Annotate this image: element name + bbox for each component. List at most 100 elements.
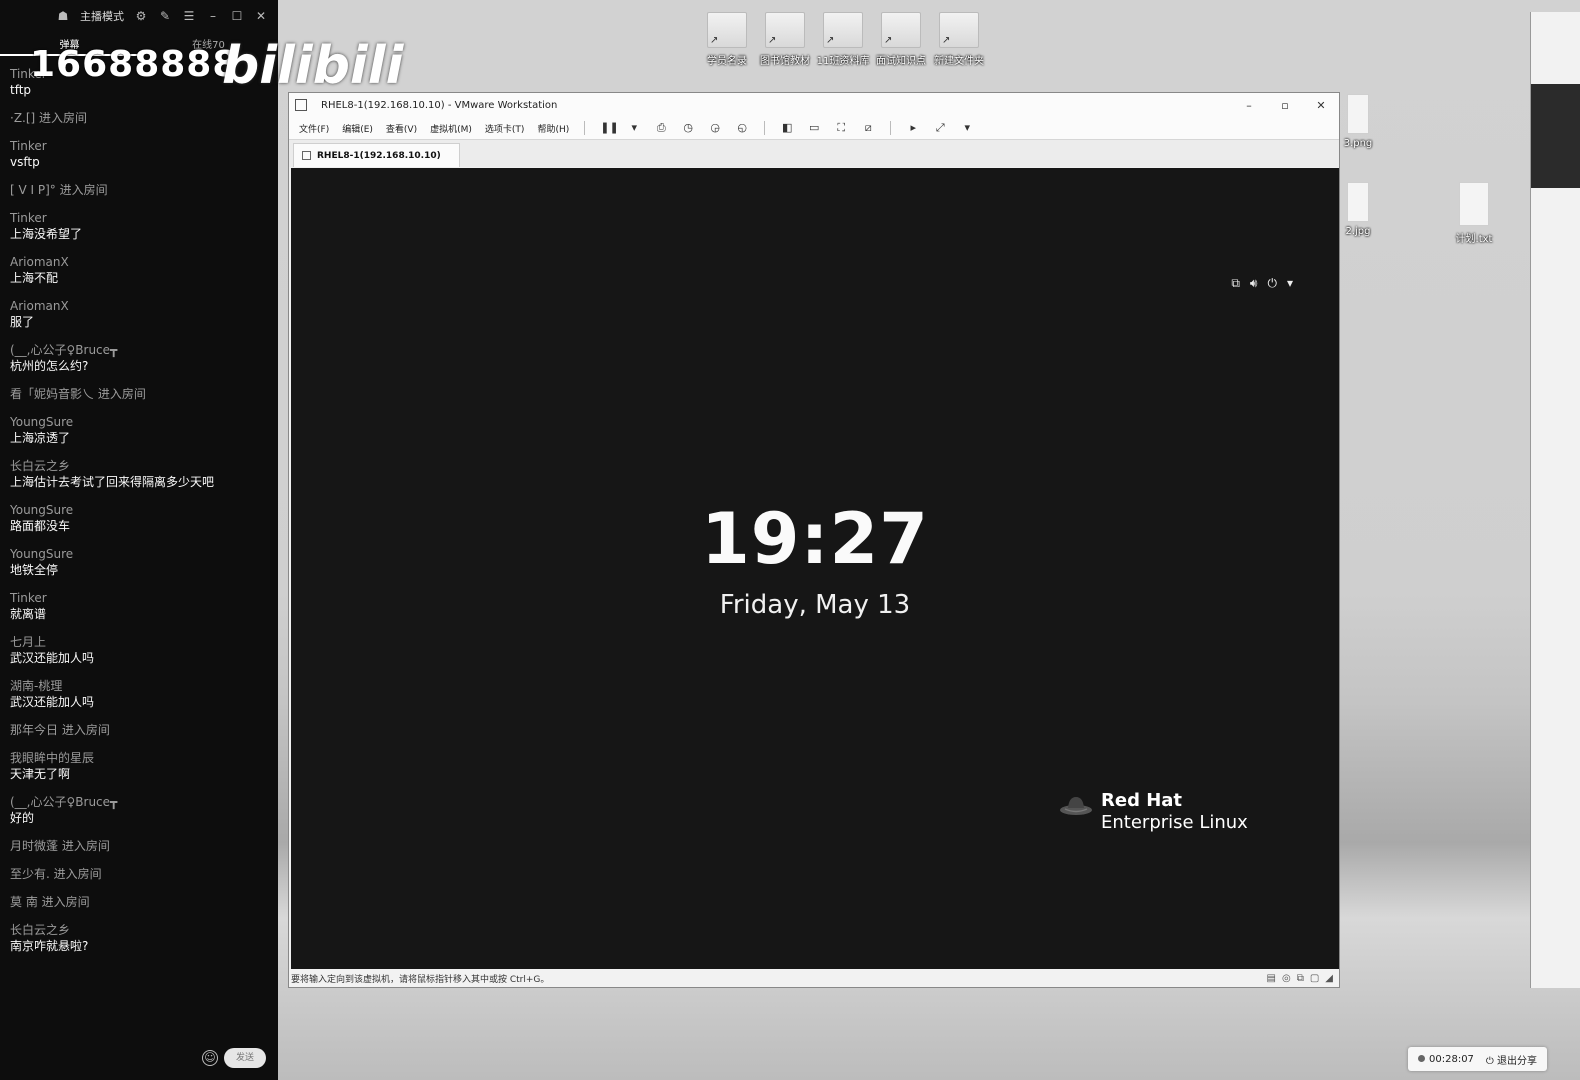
gnome-status-area[interactable]: ⧉ 🔊︎ ⏻ ▾ — [1231, 276, 1293, 291]
snapshot-manager-icon[interactable]: ◵ — [735, 121, 749, 135]
close-icon[interactable]: ✕ — [254, 9, 268, 23]
mode-label: 主播模式 — [80, 10, 124, 23]
chat-username[interactable]: (__,心公子♀Bruce┳ — [10, 342, 270, 358]
fullscreen-icon[interactable]: ⛶ — [834, 121, 848, 135]
thumbnail-icon[interactable]: ▭ — [807, 121, 821, 135]
image-file-icon — [1347, 94, 1369, 134]
folder-icon — [707, 12, 747, 48]
tab-online[interactable]: 在线70 — [139, 36, 278, 56]
vm-icon — [302, 151, 311, 160]
chat-text: 天津无了啊 — [10, 767, 71, 781]
chat-tabs: 弹幕 在线70 — [0, 36, 278, 56]
chat-username[interactable]: AriomanX — [10, 254, 270, 270]
brand-line-2: Enterprise Linux — [1101, 812, 1248, 833]
stretch-icon[interactable]: ⤢ — [933, 121, 947, 135]
chat-username[interactable]: (__,心公子♀Bruce┳ — [10, 794, 270, 810]
console-icon[interactable]: ▸ — [906, 121, 920, 135]
chat-text: 莫 南 进入房间 — [10, 895, 90, 909]
status-message: 要将输入定向到该虚拟机，请将鼠标指针移入其中或按 Ctrl+G。 — [291, 974, 550, 985]
redhat-logo: Red Hat Enterprise Linux — [1059, 790, 1248, 834]
chat-username[interactable]: AriomanX — [10, 298, 270, 314]
cdrom-icon[interactable]: ◎ — [1282, 973, 1291, 984]
maximize-button[interactable]: ▫ — [1267, 99, 1303, 112]
chevron-down-icon: ▾ — [1286, 276, 1293, 290]
display-icon[interactable]: ▢ — [1310, 973, 1319, 984]
chat-username[interactable]: YoungSure — [10, 414, 270, 430]
window-title: RHEL8-1(192.168.10.10) - VMware Workstat… — [321, 99, 558, 111]
vm-tab-label: RHEL8-1(192.168.10.10) — [317, 150, 441, 161]
room-entry-notice: [ V I P]° 进入房间 — [10, 182, 270, 198]
desktop-shortcut[interactable]: 新建文件夹 — [930, 12, 988, 67]
menu-icon[interactable]: ☰ — [182, 9, 196, 23]
room-entry-notice: 莫 南 进入房间 — [10, 894, 270, 910]
chat-text: 上海凉透了 — [10, 431, 71, 445]
chat-text: 上海没希望了 — [10, 227, 83, 241]
chat-username[interactable]: Tinker — [10, 138, 270, 154]
maximize-icon[interactable]: ☐ — [230, 9, 244, 23]
chat-message: 长白云之乡 上海估计去考试了回来得隔离多少天吧 — [10, 458, 270, 490]
chat-username[interactable]: 长白云之乡 — [10, 458, 270, 474]
menu-help[interactable]: 帮助(H) — [537, 122, 569, 135]
revert-snapshot-icon[interactable]: ◶ — [708, 121, 722, 135]
hdd-icon[interactable]: ▤ — [1267, 973, 1276, 984]
menu-file[interactable]: 文件(F) — [299, 122, 329, 135]
vmware-app-icon — [295, 99, 307, 111]
chat-username[interactable]: 七月上 — [10, 634, 270, 650]
desktop-shortcut[interactable]: 学员名录 — [698, 12, 756, 67]
volume-icon: 🔊︎ — [1249, 276, 1258, 290]
chat-username[interactable]: 我眼眸中的星辰 — [10, 750, 270, 766]
send-keys-icon[interactable]: ⎙ — [654, 121, 668, 135]
chat-username[interactable]: YoungSure — [10, 546, 270, 562]
chat-message: 七月上 武汉还能加人吗 — [10, 634, 270, 666]
desktop-shortcut[interactable]: 11班资料库 — [814, 12, 872, 67]
minimize-icon[interactable]: – — [206, 9, 220, 23]
brand-line-1: Red Hat — [1101, 790, 1183, 811]
dropdown-icon[interactable]: ▾ — [960, 121, 974, 135]
minimize-button[interactable]: – — [1231, 99, 1267, 112]
room-entry-notice: ·Z.[] 进入房间 — [10, 110, 270, 126]
desktop-shortcut[interactable]: 图书馆教材 — [756, 12, 814, 67]
chat-input-bar: ☺ 发送 — [202, 1048, 266, 1068]
settings-icon[interactable]: ⚙ — [134, 9, 148, 23]
desktop-shortcut[interactable]: 面试知识点 — [872, 12, 930, 67]
chat-message: YoungSure 路面都没车 — [10, 502, 270, 534]
edit-icon[interactable]: ✎ — [158, 9, 172, 23]
exit-share-button[interactable]: ⏻ 退出分享 — [1486, 1052, 1537, 1067]
menu-edit[interactable]: 编辑(E) — [342, 122, 373, 135]
dropdown-icon[interactable]: ▾ — [627, 121, 641, 135]
chat-username[interactable]: 长白云之乡 — [10, 922, 270, 938]
chat-message: YoungSure 上海凉透了 — [10, 414, 270, 446]
menu-vm[interactable]: 虚拟机(M) — [430, 122, 472, 135]
close-button[interactable]: ✕ — [1303, 99, 1339, 112]
emoji-icon[interactable]: ☺ — [202, 1050, 218, 1066]
chat-text: 服了 — [10, 315, 35, 329]
snapshot-icon[interactable]: ◷ — [681, 121, 695, 135]
chat-username[interactable]: YoungSure — [10, 502, 270, 518]
tab-danmaku[interactable]: 弹幕 — [0, 36, 139, 56]
guest-screen[interactable]: ⧉ 🔊︎ ⏻ ▾ 19:27 Friday, May 13 Red Hat En… — [291, 168, 1339, 970]
vmware-window: RHEL8-1(192.168.10.10) - VMware Workstat… — [288, 92, 1340, 988]
desktop-file[interactable]: 计划.txt — [1444, 182, 1504, 245]
chat-text: 武汉还能加人吗 — [10, 695, 95, 709]
screen-share-bar: 00:28:07 ⏻ 退出分享 — [1408, 1047, 1548, 1071]
menu-tabs[interactable]: 选项卡(T) — [485, 122, 525, 135]
chat-username[interactable]: 湖南-桃理 — [10, 678, 270, 694]
pause-icon[interactable]: ❚❚ — [600, 121, 618, 135]
network-adapter-icon[interactable]: ⧉ — [1297, 973, 1304, 984]
vm-tab[interactable]: RHEL8-1(192.168.10.10) — [293, 143, 460, 167]
resize-grip-icon[interactable]: ◢ — [1325, 973, 1333, 984]
library-icon[interactable]: ◧ — [780, 121, 794, 135]
chat-message: YoungSure 地铁全停 — [10, 546, 270, 578]
device-icons: ▤ ◎ ⧉ ▢ ◢ — [1267, 973, 1339, 984]
unity-icon[interactable]: ⧄ — [861, 121, 875, 135]
chat-text: 那年今日 进入房间 — [10, 723, 110, 737]
menu-view[interactable]: 查看(V) — [386, 122, 417, 135]
send-button[interactable]: 发送 — [224, 1048, 266, 1068]
chat-username[interactable]: Tinker — [10, 66, 270, 82]
vmware-menubar: 文件(F) 编辑(E) 查看(V) 虚拟机(M) 选项卡(T) 帮助(H) ❚❚… — [289, 117, 1339, 139]
vmware-statusbar: 要将输入定向到该虚拟机，请将鼠标指针移入其中或按 Ctrl+G。 ▤ ◎ ⧉ ▢… — [289, 969, 1339, 987]
background-window[interactable] — [1530, 12, 1580, 988]
chat-text: vsftp — [10, 155, 40, 169]
chat-username[interactable]: Tinker — [10, 210, 270, 226]
chat-username[interactable]: Tinker — [10, 590, 270, 606]
